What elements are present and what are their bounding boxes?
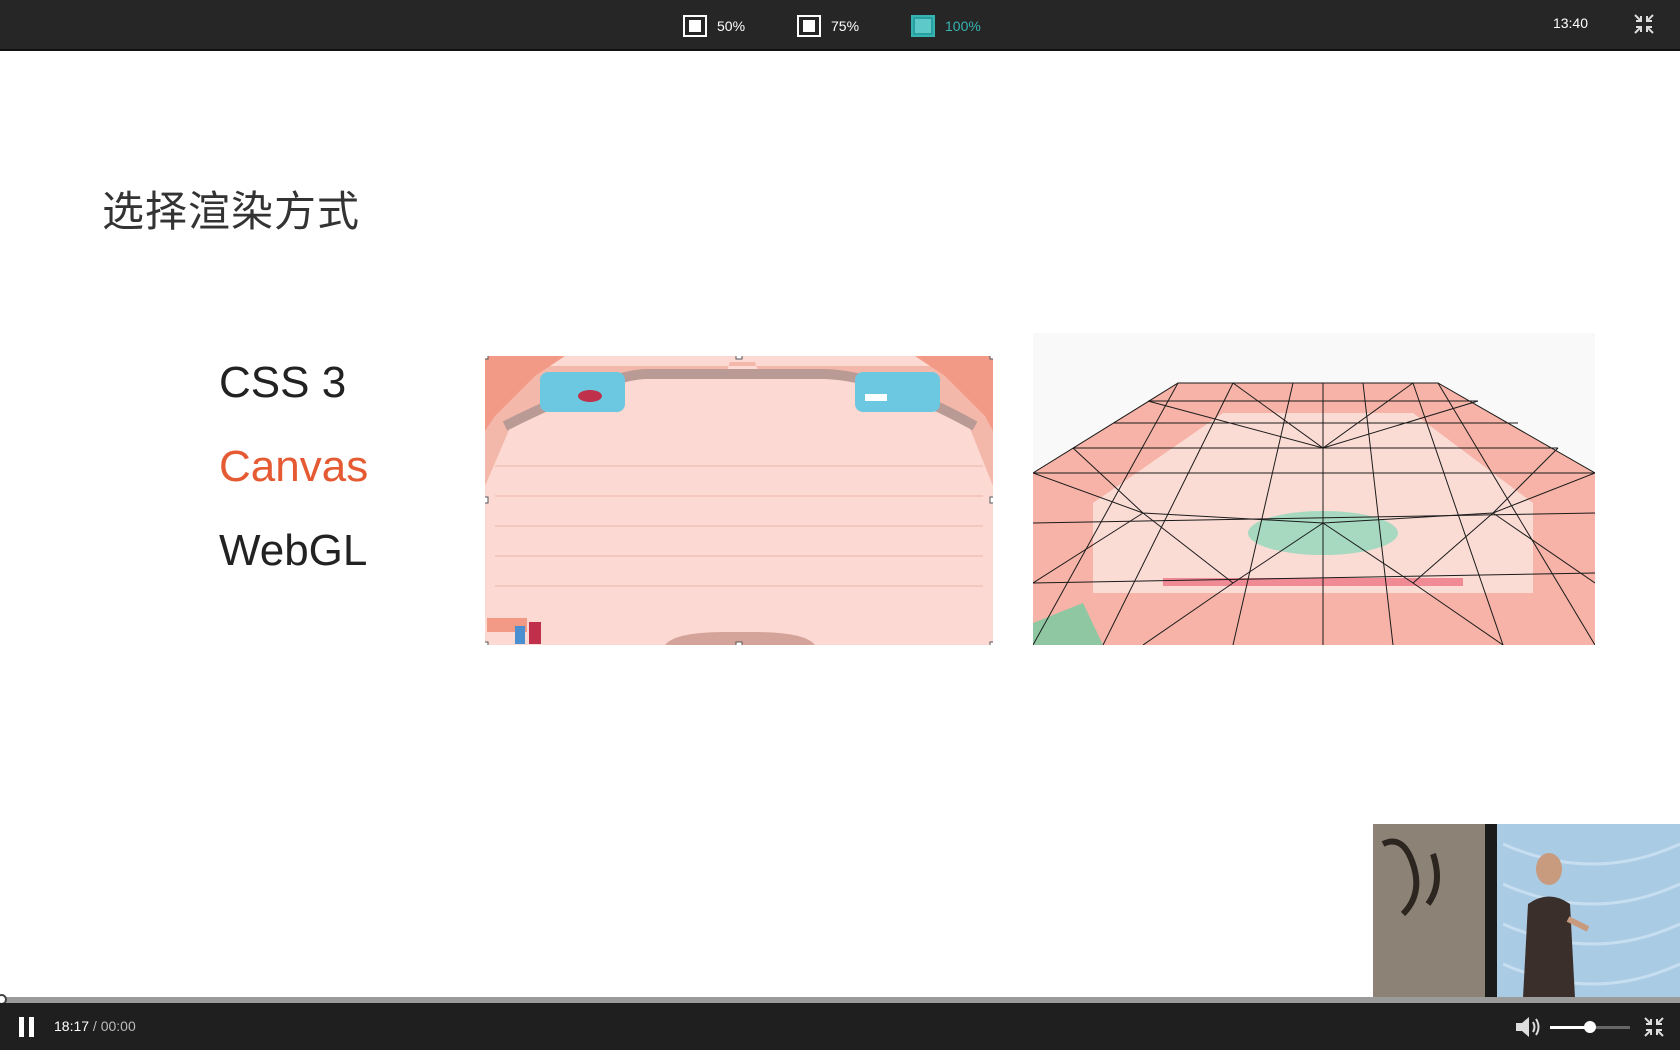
- time-display: 18:17 / 00:00: [54, 1018, 136, 1034]
- zoom-100-button[interactable]: 100%: [911, 0, 981, 51]
- pause-icon[interactable]: [18, 1017, 36, 1037]
- volume-knob[interactable]: [1584, 1021, 1596, 1033]
- zoom-frame-icon: [911, 14, 935, 37]
- slide-canvas: 选择渲染方式 CSS 3 Canvas WebGL: [0, 53, 1680, 998]
- canvas-render-image: [485, 356, 993, 645]
- volume-slider[interactable]: [1550, 1021, 1630, 1033]
- exit-fullscreen-icon[interactable]: [1632, 12, 1656, 36]
- zoom-50-button[interactable]: 50%: [683, 0, 745, 51]
- webgl-mesh-image: [1033, 333, 1595, 645]
- speaker-video: [1373, 824, 1680, 998]
- top-toolbar: 50% 75% 100% 13:40: [0, 0, 1680, 51]
- zoom-75-button[interactable]: 75%: [797, 0, 859, 51]
- zoom-frame-icon: [797, 14, 821, 37]
- exit-fullscreen-icon[interactable]: [1642, 1015, 1666, 1039]
- zoom-100-label: 100%: [945, 17, 981, 34]
- volume-icon[interactable]: [1514, 1016, 1542, 1038]
- option-canvas: Canvas: [219, 442, 369, 491]
- clock: 13:40: [1552, 15, 1588, 31]
- zoom-50-label: 50%: [717, 17, 746, 34]
- zoom-75-label: 75%: [831, 17, 860, 34]
- player-controls: 18:17 / 00:00: [0, 1003, 1680, 1050]
- current-time: 18:17: [54, 1018, 90, 1034]
- option-webgl: WebGL: [219, 526, 368, 575]
- zoom-frame-icon: [683, 14, 707, 37]
- duration: 00:00: [100, 1018, 136, 1034]
- option-css3: CSS 3: [219, 358, 347, 407]
- slide-title: 选择渲染方式: [102, 188, 361, 235]
